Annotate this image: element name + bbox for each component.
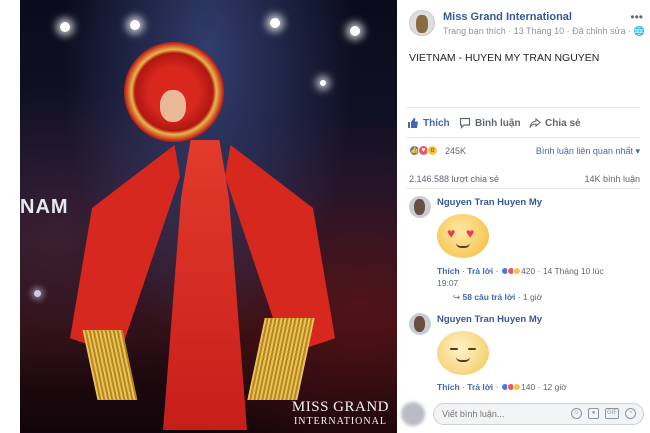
sticker-eye <box>468 348 476 350</box>
divider <box>407 137 640 138</box>
comment-reaction-icons <box>500 382 521 392</box>
page-avatar[interactable] <box>409 10 435 36</box>
comment-time-cont: 19:07 <box>437 278 459 288</box>
comment-button[interactable]: Bình luận <box>459 117 521 129</box>
comment-meta: Thích · Trả lời · 420 · 14 Tháng 10 lúc … <box>437 266 604 288</box>
comment-icon <box>459 117 471 129</box>
reactions-count[interactable]: 245K <box>445 146 466 156</box>
comment-reaction-icons <box>500 266 521 276</box>
stage-light <box>320 80 326 86</box>
stage-light <box>60 22 70 32</box>
stage-light <box>130 20 140 30</box>
divider <box>407 107 640 108</box>
comment-time: 12 giờ <box>542 382 567 392</box>
sticker-mouth <box>456 243 470 248</box>
divider <box>407 188 640 189</box>
post-viewer: NAM MISS GRAND INTERNATIONAL Miss Grand … <box>0 0 650 433</box>
commenter-avatar[interactable] <box>409 313 431 335</box>
sticker-eye <box>450 348 458 350</box>
smile-sticker <box>437 331 489 375</box>
reactions-row: 👍 ♥ o 245K Bình luận liên quan nhất ▾ <box>409 145 640 159</box>
reply-arrow-icon: ↪ <box>453 292 461 302</box>
comment-composer: ☺ ● GIF ◔ <box>401 400 644 428</box>
stage-light <box>34 290 41 297</box>
like-button[interactable]: Thích <box>407 117 450 129</box>
share-label: Chia sẻ <box>545 117 581 129</box>
share-icon <box>529 117 541 128</box>
post-photo[interactable]: NAM MISS GRAND INTERNATIONAL <box>20 0 397 433</box>
model-face <box>160 90 186 122</box>
post-subtitle: Trang bạn thích · 13 Tháng 10 · Đã chỉnh… <box>443 26 645 36</box>
emoji-icon[interactable]: ☺ <box>571 408 582 419</box>
comment-item: Nguyen Tran Huyen My ♥ ♥ Thích · Trả lời… <box>409 196 637 306</box>
comment-label: Bình luận <box>475 117 521 129</box>
thumbs-up-icon <box>408 118 418 128</box>
comment-count[interactable]: 14K bình luận <box>584 174 640 184</box>
replies-time: 1 giờ <box>522 292 543 302</box>
watermark-line1: MISS GRAND <box>291 399 389 415</box>
commenter-avatar[interactable] <box>409 196 431 218</box>
reaction-icons[interactable]: 👍 ♥ o <box>409 145 438 156</box>
watermark-line2: INTERNATIONAL <box>293 416 387 427</box>
commenter-name[interactable]: Nguyen Tran Huyen My <box>437 314 542 325</box>
composer-icons: ☺ ● GIF ◔ <box>571 408 636 419</box>
heart-icon: ♥ <box>466 225 475 241</box>
stage-light <box>350 26 360 36</box>
post-caption: VIETNAM - HUYEN MY TRAN NGUYEN <box>409 52 600 64</box>
photo-watermark: MISS GRAND INTERNATIONAL <box>292 399 389 427</box>
replies-count[interactable]: 58 câu trả lời <box>463 292 516 302</box>
view-replies-link[interactable]: ↪ 58 câu trả lời · 1 giờ <box>453 292 542 303</box>
backdrop-text: NAM <box>20 196 69 218</box>
comment-reaction-count[interactable]: 140 <box>521 382 535 392</box>
comment-item: Nguyen Tran Huyen My Thích · Trả lời · 1… <box>409 313 637 395</box>
gif-icon[interactable]: GIF <box>605 408 619 419</box>
comment-sort-dropdown[interactable]: Bình luận liên quan nhất ▾ <box>536 146 640 157</box>
current-user-avatar <box>401 402 425 426</box>
share-button[interactable]: Chia sẻ <box>529 117 581 129</box>
comment-reaction-count[interactable]: 420 <box>521 266 535 276</box>
comment-like-link[interactable]: Thích <box>437 382 460 392</box>
like-label: Thích <box>423 117 450 129</box>
heart-icon: ♥ <box>447 225 456 241</box>
comment-meta: Thích · Trả lời · 140 · 12 giờ <box>437 382 567 392</box>
comment-reply-link[interactable]: Trả lời <box>467 266 493 276</box>
post-header: Miss Grand International Trang bạn thích… <box>409 10 645 42</box>
more-options-icon[interactable]: ••• <box>630 10 643 24</box>
comment-like-link[interactable]: Thích <box>437 266 460 276</box>
heart-eyes-sticker: ♥ ♥ <box>437 214 489 258</box>
stage-light <box>270 18 280 28</box>
post-actions: Thích Bình luận Chia sẻ <box>407 114 640 134</box>
camera-icon[interactable]: ● <box>588 408 599 419</box>
page-name-link[interactable]: Miss Grand International <box>443 11 572 23</box>
commenter-name[interactable]: Nguyen Tran Huyen My <box>437 197 542 208</box>
comment-time: 14 Tháng 10 lúc <box>542 266 604 276</box>
sticker-mouth <box>456 357 470 362</box>
wow-reaction-icon: o <box>427 145 438 156</box>
post-panel: Miss Grand International Trang bạn thích… <box>397 0 650 433</box>
comment-reply-link[interactable]: Trả lời <box>467 382 493 392</box>
share-count[interactable]: 2.146.588 lượt chia sẻ <box>409 174 499 184</box>
sticker-icon[interactable]: ◔ <box>625 408 636 419</box>
